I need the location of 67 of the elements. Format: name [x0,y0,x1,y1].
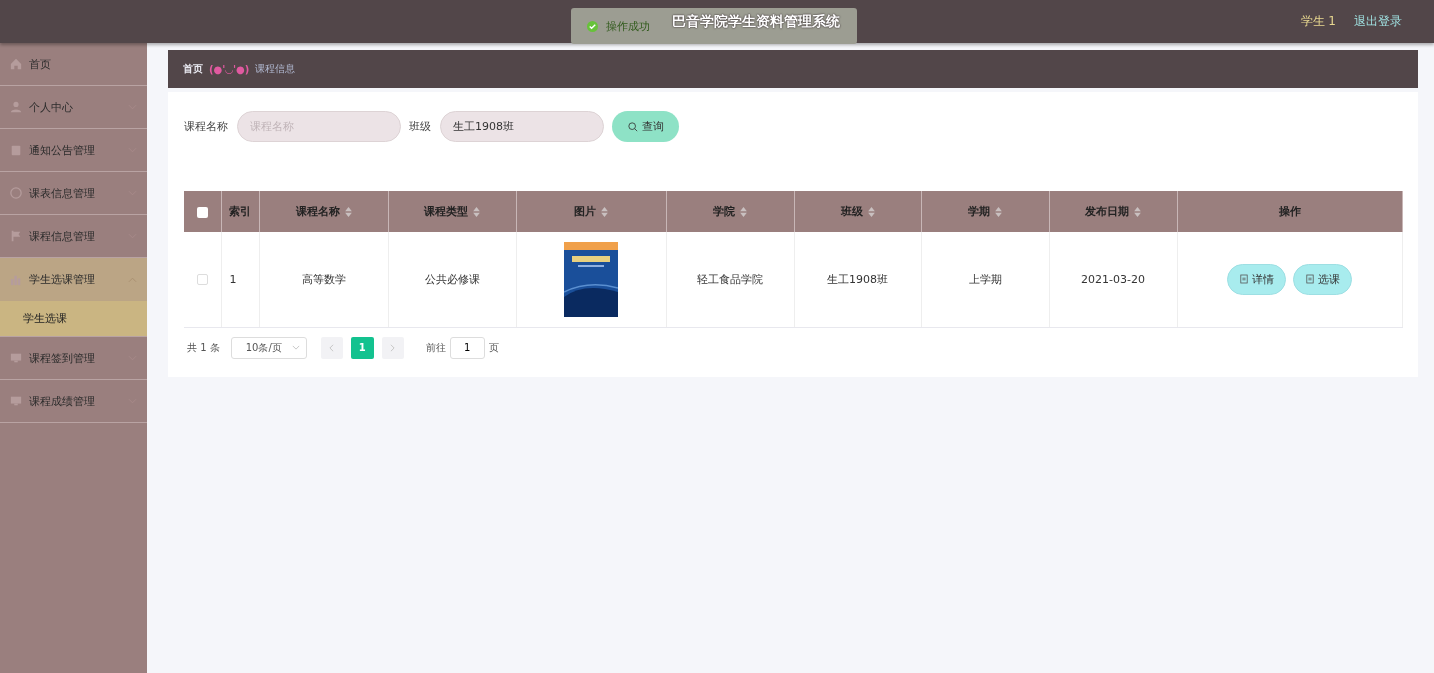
breadcrumb-home[interactable]: 首页 [183,62,203,76]
sidebar-item[interactable]: 通知公告管理 [0,129,147,172]
clipboard-icon [10,144,22,156]
sort-icon [344,206,352,217]
search-button[interactable]: 查询 [612,111,679,142]
sort-icon [740,206,747,217]
chevron-down-icon [291,345,300,350]
column-header[interactable]: 课程类型 [424,204,480,219]
home-icon [10,58,22,70]
previous-page-button[interactable] [320,336,343,359]
sort-icon [473,206,480,217]
sort-icon [995,206,1002,217]
input-field[interactable]: 生工1908班 [440,111,604,142]
action-button[interactable]: 详情 [1227,263,1286,295]
sort-icon [1134,206,1141,217]
logout-link[interactable]: 退出登录 [1354,13,1402,30]
table-cell: 轻工食品学院 [697,272,763,286]
breadcrumb-emoticon: (●'◡'●) [209,63,250,75]
table-cell: 1 [229,272,237,286]
table-cell: 上学期 [968,272,1002,286]
column-header[interactable]: 发布日期 [1085,204,1141,219]
sidebar-subitem[interactable]: 学生选课 [0,301,147,337]
table-cell: 2021-03-20 [1081,272,1145,286]
chevron-right-icon [390,343,396,352]
column-header[interactable]: 学期 [968,204,1002,219]
app-title: 巴音学院学生资料管理系统 [672,12,840,31]
check-icon [587,20,598,32]
sidebar-item[interactable]: 课表信息管理 [0,172,147,215]
monitor-icon [10,395,22,407]
toast-message: 操作成功 [606,18,650,34]
breadcrumb-current: 课程信息 [255,62,296,76]
chevron-left-icon [329,343,335,352]
field-label: 班级 [409,119,431,134]
goto-label: 前往 [425,340,446,355]
monitor-icon [10,352,22,364]
sidebar-item[interactable]: 课程签到管理 [0,337,147,380]
action-button[interactable]: 选课 [1293,263,1352,295]
flag-icon [10,230,22,242]
table-cell: 生工1908班 [827,272,888,286]
clock-icon [10,187,22,199]
page-size-select[interactable]: 10条/页 [230,336,307,359]
field-label: 课程名称 [184,119,228,134]
table-cell: 公共必修课 [424,272,480,286]
sidebar-item[interactable]: 学生选课管理 [0,258,147,301]
column-header[interactable]: 学院 [713,204,747,219]
table-cell: 高等数学 [301,272,346,286]
checkbox[interactable] [196,206,208,218]
column-header[interactable]: 图片 [574,204,608,219]
page-input[interactable]: 1 [449,336,485,359]
page-suffix: 页 [488,340,499,355]
total-count: 共 1 条 [187,340,220,355]
sort-icon [867,206,875,217]
sidebar-item[interactable]: 首页 [0,43,147,86]
column-header[interactable]: 课程名称 [295,204,352,219]
sidebar-item[interactable]: 个人中心 [0,86,147,129]
person-icon [10,101,22,113]
page-button[interactable]: 1 [350,336,374,359]
user-name: 学生 1 [1300,13,1336,30]
sidebar-item[interactable]: 课程成绩管理 [0,380,147,423]
search-icon [627,121,638,132]
column-header[interactable]: 班级 [840,204,875,219]
column-header[interactable]: 操作 [1278,204,1301,219]
sort-icon [601,206,608,217]
document-icon [1239,274,1248,285]
checkbox[interactable] [196,274,208,286]
document-icon [1305,274,1314,285]
next-page-button[interactable] [381,336,404,359]
